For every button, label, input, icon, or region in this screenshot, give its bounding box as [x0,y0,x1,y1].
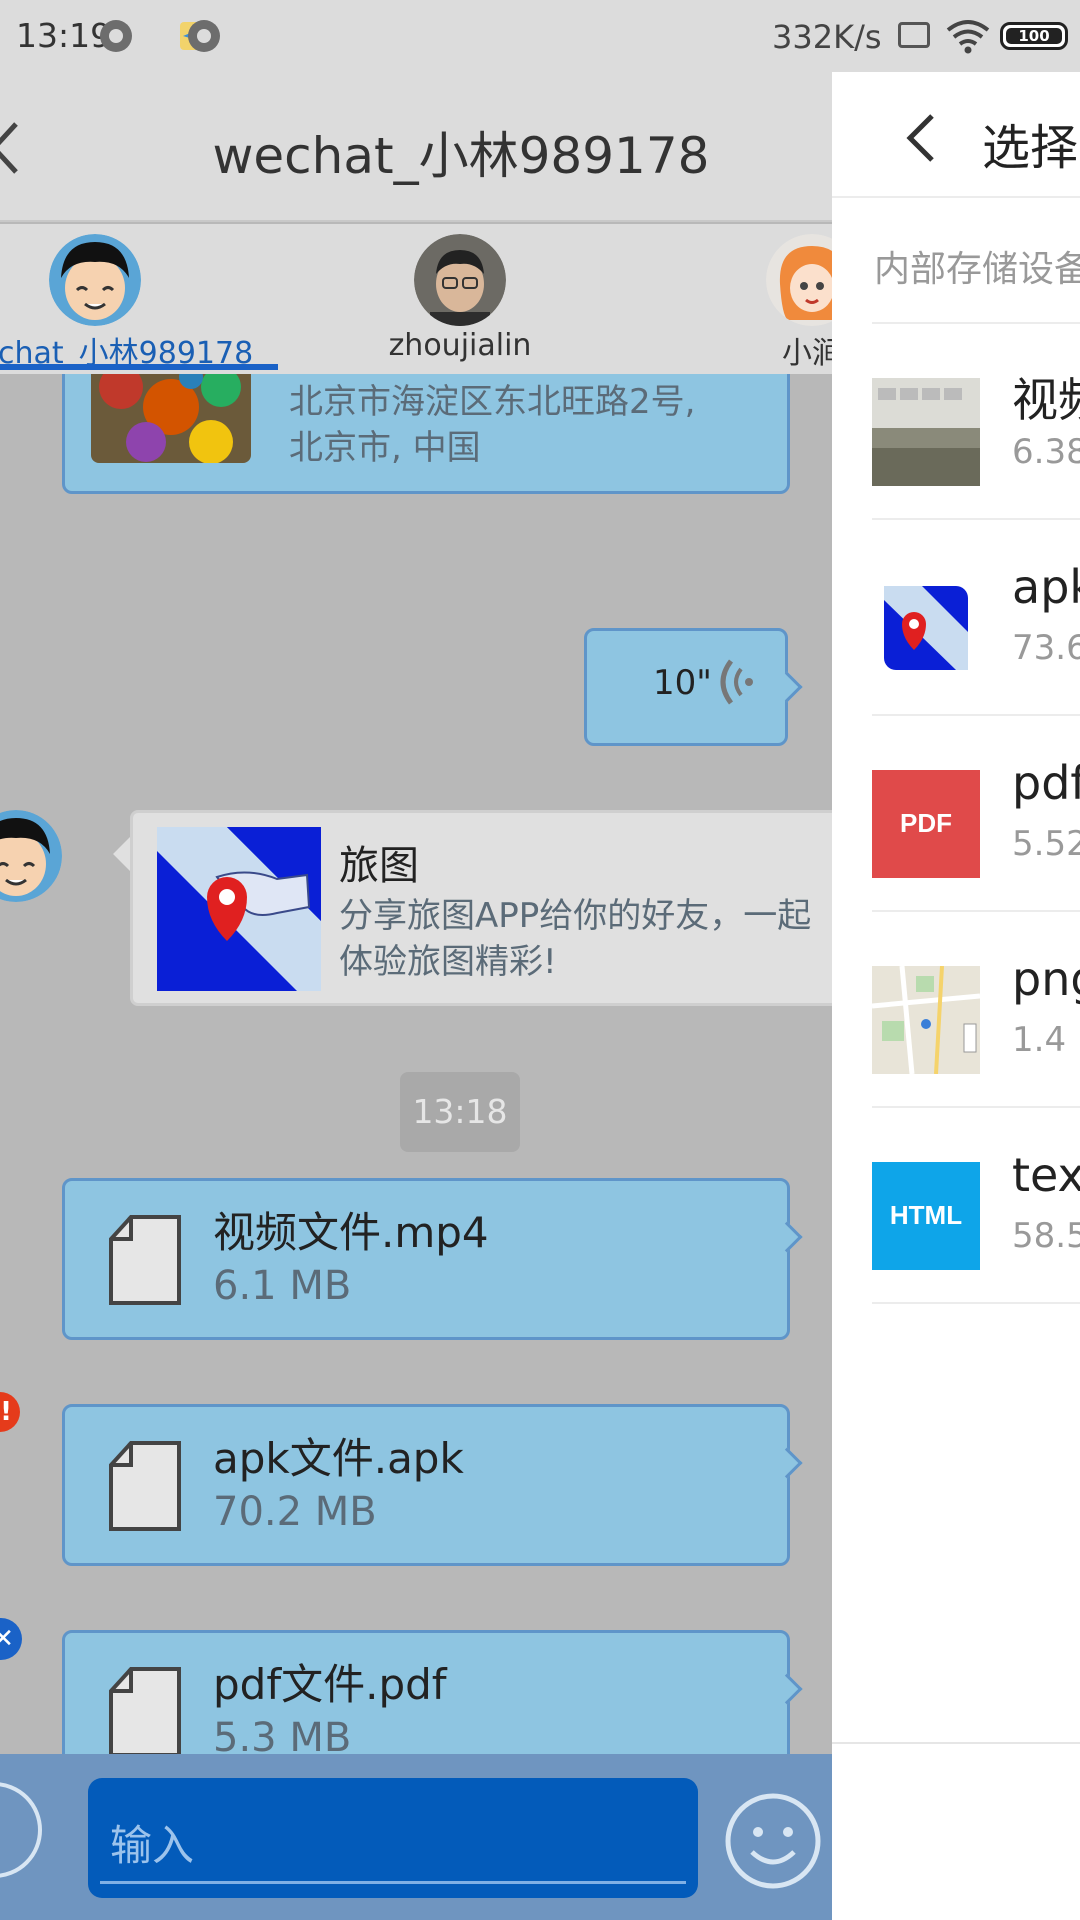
file-size: 5.3 MB [213,1715,352,1754]
html-icon: HTML [872,1162,980,1270]
file-message[interactable]: apk文件.apk 70.2 MB [62,1404,790,1566]
file-name: 视频文件.mp4 [213,1208,489,1257]
member-tabs: wechat_小林989178 zhoujialin 小涧 [0,224,832,374]
address-line: 北京市海淀区东北旺路2号, [289,382,696,422]
file-size: 70.2 MB [213,1489,377,1535]
file-item-size: 6.38 [1012,432,1080,472]
divider [872,322,1080,324]
notification-icon [100,20,132,52]
error-icon[interactable]: ! [0,1392,20,1432]
file-item[interactable]: apk 73.6 [872,522,1080,714]
avatar [49,234,141,326]
emoji-icon[interactable] [724,1792,822,1890]
map-thumbnail [872,966,980,1074]
divider [872,1106,1080,1108]
member-name: zhoujialin [388,328,532,363]
avatar[interactable] [0,810,62,902]
file-chooser-panel: 选择 内部存储设备 视频 6.38 apk 73.6 PDF pdf [832,72,1080,1920]
divider [872,714,1080,716]
status-bar: 13:19 332K/s 100 [0,0,1080,72]
voice-wave-icon [720,659,753,705]
location-message[interactable]: 北京市海淀区东北旺路2号, 北京市, 中国 [62,374,790,494]
file-item-name: 视频 [1012,373,1080,427]
file-size: 6.1 MB [213,1263,352,1309]
file-item-name: apk [1012,560,1080,614]
pdf-icon-label: PDF [900,808,952,838]
message-list[interactable]: 北京市海淀区东北旺路2号, 北京市, 中国 10" 旅图 分享旅图APP给你的好… [0,374,832,1754]
voice-message[interactable]: 10" [584,628,788,746]
divider [872,1302,1080,1304]
chooser-title: 选择 [982,120,1079,176]
file-item-size: 73.6 [1012,628,1080,668]
file-icon [109,1215,181,1305]
chooser-header: 选择 [832,72,1080,198]
battery-icon: 100 [1000,22,1068,50]
message-input[interactable]: 输入 [88,1778,698,1898]
input-placeholder: 输入 [110,1821,195,1870]
share-card-title: 旅图 [339,843,419,889]
member-tab[interactable]: wechat_小林989178 [0,224,253,374]
member-tab[interactable]: 小涧 [672,224,832,374]
voice-duration: 10" [653,663,712,703]
file-item-size: 1.4 M [1012,1020,1080,1060]
file-icon [109,1441,181,1531]
file-name: pdf文件.pdf [213,1660,447,1709]
member-name: 小涧 [782,336,832,371]
file-item[interactable]: PDF pdf 5.52 [872,718,1080,910]
file-name: apk文件.apk [213,1434,464,1483]
chat-title: wechat_小林989178 [212,127,710,185]
notification-icon [188,20,220,52]
storage-path[interactable]: 内部存储设备 [874,240,1080,292]
travel-app-icon [157,827,321,991]
file-item[interactable]: 视频 6.38 [872,326,1080,518]
battery-level: 100 [1006,28,1062,44]
pdf-icon: PDF [872,770,980,878]
file-item-size: 58.5 [1012,1216,1080,1256]
location-address: 北京市海淀区东北旺路2号, 北京市, 中国 [289,379,695,471]
share-card-description: 分享旅图APP给你的好友，一起体验旅图精彩! [339,896,812,982]
input-bar: 输入 [0,1754,832,1920]
file-item-name: pdf [1012,756,1080,810]
address-line: 北京市, 中国 [289,428,481,468]
file-item[interactable]: png 1.4 M [872,914,1080,1106]
input-underline [100,1881,686,1884]
divider [872,518,1080,520]
location-thumbnail [91,374,251,463]
time-divider: 13:18 [400,1072,520,1152]
wifi-icon [946,20,990,54]
app-icon [884,586,968,670]
file-item-name: png [1012,952,1080,1006]
html-icon-label: HTML [889,1200,963,1230]
member-tab[interactable]: zhoujialin [320,224,600,374]
file-message[interactable]: 视频文件.mp4 6.1 MB [62,1178,790,1340]
avatar [766,234,832,326]
file-icon [109,1667,181,1754]
file-item-name: tex [1012,1148,1080,1202]
status-time: 13:19 [16,16,112,55]
divider [832,1742,1080,1744]
share-card-message[interactable]: 旅图 分享旅图APP给你的好友，一起体验旅图精彩! [130,810,832,1006]
file-item[interactable]: HTML tex 58.5 [872,1110,1080,1302]
video-thumbnail [872,378,980,486]
sim-icon [898,22,930,48]
active-tab-indicator [0,364,278,370]
file-message[interactable]: pdf文件.pdf 5.3 MB [62,1630,790,1754]
avatar [414,234,506,326]
back-chevron-icon[interactable] [906,112,936,164]
chat-screen: wechat_小林989178 wechat_小林989178 [0,72,832,1920]
network-speed: 332K/s [772,18,882,56]
cancel-upload-icon[interactable]: ✕ [0,1618,22,1660]
divider [872,910,1080,912]
voice-input-button[interactable] [0,1782,42,1878]
file-item-size: 5.52 [1012,824,1080,864]
chat-header: wechat_小林989178 [0,72,832,222]
